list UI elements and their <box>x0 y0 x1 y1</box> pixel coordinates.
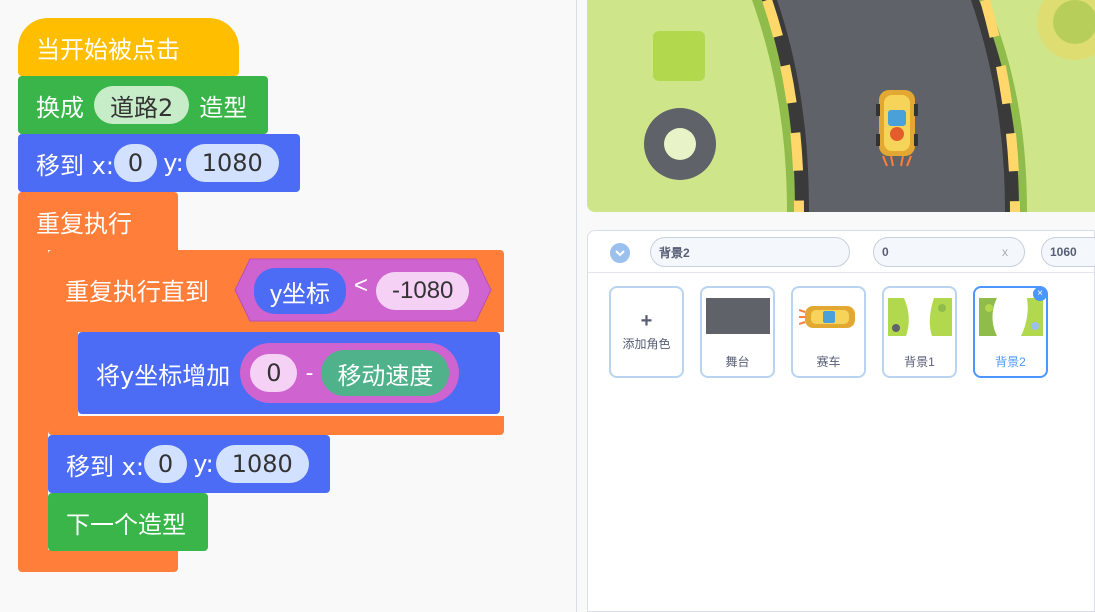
less-than-operator: < <box>354 272 369 299</box>
goto-x-label: 移到 x: <box>36 151 114 180</box>
goto-y-label: y: <box>163 149 184 177</box>
y-position-label: y坐标 <box>270 280 330 308</box>
goto-x-value-2: 0 <box>157 450 174 478</box>
subtract-operator-block[interactable]: 0 - 移动速度 <box>240 343 460 403</box>
subtract-operator: - <box>305 360 314 386</box>
sprite-tile-label: 赛车 <box>816 355 841 369</box>
goto-x-value: 0 <box>127 149 144 177</box>
sprite-name-field[interactable]: 背景2 <box>650 237 850 267</box>
switch-costume-label: 换成 <box>36 93 84 122</box>
sprite-x-field[interactable]: 0 x <box>873 237 1025 267</box>
forever-label: 重复执行 <box>36 210 132 238</box>
hat-label: 当开始被点击 <box>36 35 180 64</box>
goto-y-value: 1080 <box>201 149 263 177</box>
costume-dropdown[interactable]: 道路2 <box>94 86 190 124</box>
sprite-tile-label: 舞台 <box>725 355 750 369</box>
sprite-tile-stage[interactable]: 舞台 <box>700 286 775 378</box>
costume-value: 道路2 <box>110 93 174 122</box>
delete-sprite-icon[interactable]: × <box>1033 287 1047 301</box>
goto-x-input-2[interactable]: 0 <box>143 445 188 483</box>
goto-xy-block-2[interactable]: 移到 x: 0 y: 1080 <box>48 435 330 493</box>
goto-xy-block[interactable]: 移到 x: 0 y: 1080 <box>18 134 300 192</box>
stage-thumbnail <box>705 298 770 334</box>
sprite-tile-label: 背景2 <box>995 355 1026 369</box>
when-flag-clicked-block[interactable]: 当开始被点击 <box>18 18 239 76</box>
next-costume-block[interactable]: 下一个造型 <box>48 493 208 551</box>
sprite-y-value: 1060 <box>1050 245 1077 259</box>
x-clear-label: x <box>1002 245 1008 259</box>
sprite-tile-car[interactable]: 赛车 <box>791 286 866 378</box>
add-sprite-button[interactable]: + 添加角色 <box>609 286 684 378</box>
background2-thumbnail <box>978 298 1043 336</box>
sprite-x-value: 0 <box>882 245 889 259</box>
compare-value-input[interactable]: -1080 <box>376 272 470 310</box>
goto-y-input[interactable]: 1080 <box>185 144 279 182</box>
sprite-y-field[interactable]: 1060 <box>1041 237 1095 267</box>
road-scene <box>587 0 1095 212</box>
background1-thumbnail <box>887 298 952 336</box>
goto-y-label-2: y: <box>193 450 214 478</box>
switch-costume-block[interactable]: 换成 道路2 造型 <box>18 76 268 134</box>
change-y-block[interactable]: 将y坐标增加 0 - 移动速度 <box>78 332 500 414</box>
chevron-down-icon <box>615 249 625 256</box>
add-sprite-label: 添加角色 <box>622 337 671 351</box>
sprite-pane: 背景2 0 x 1060 + 添加角色 舞台 赛车 背景1 × 背景2 <box>587 230 1095 612</box>
change-y-label: 将y坐标增加 <box>96 361 231 390</box>
plus-icon: + <box>640 310 653 332</box>
next-costume-label: 下一个造型 <box>66 510 186 539</box>
goto-y-value-2: 1080 <box>231 450 293 478</box>
repeat-until-label: 重复执行直到 <box>65 278 209 306</box>
stage-canvas[interactable] <box>587 0 1095 212</box>
subtract-left-input[interactable]: 0 <box>250 354 298 392</box>
speed-variable-label: 移动速度 <box>337 361 434 390</box>
collapse-chevron-icon[interactable] <box>610 243 630 263</box>
sprite-tile-label: 背景1 <box>904 355 935 369</box>
y-position-reporter[interactable]: y坐标 <box>254 268 346 314</box>
code-area: 当开始被点击 换成 道路2 造型 移到 x: 0 y: 1080 重复执行 重复… <box>0 0 577 612</box>
speed-variable-reporter[interactable]: 移动速度 <box>321 350 450 396</box>
sprite-tile-background2[interactable]: × 背景2 <box>973 286 1048 378</box>
switch-costume-suffix: 造型 <box>199 93 248 122</box>
sprite-name-value: 背景2 <box>659 245 690 260</box>
sprite-info-bar: 背景2 0 x 1060 <box>588 231 1095 273</box>
goto-x-input[interactable]: 0 <box>113 144 158 182</box>
compare-value: -1080 <box>392 277 454 304</box>
goto-x-label-2: 移到 x: <box>66 452 144 481</box>
goto-y-input-2[interactable]: 1080 <box>215 445 309 483</box>
subtract-left-value: 0 <box>266 359 282 387</box>
car-thumbnail <box>798 306 855 328</box>
sprite-tile-background1[interactable]: 背景1 <box>882 286 957 378</box>
less-than-condition[interactable]: y坐标 < -1080 <box>234 258 492 322</box>
